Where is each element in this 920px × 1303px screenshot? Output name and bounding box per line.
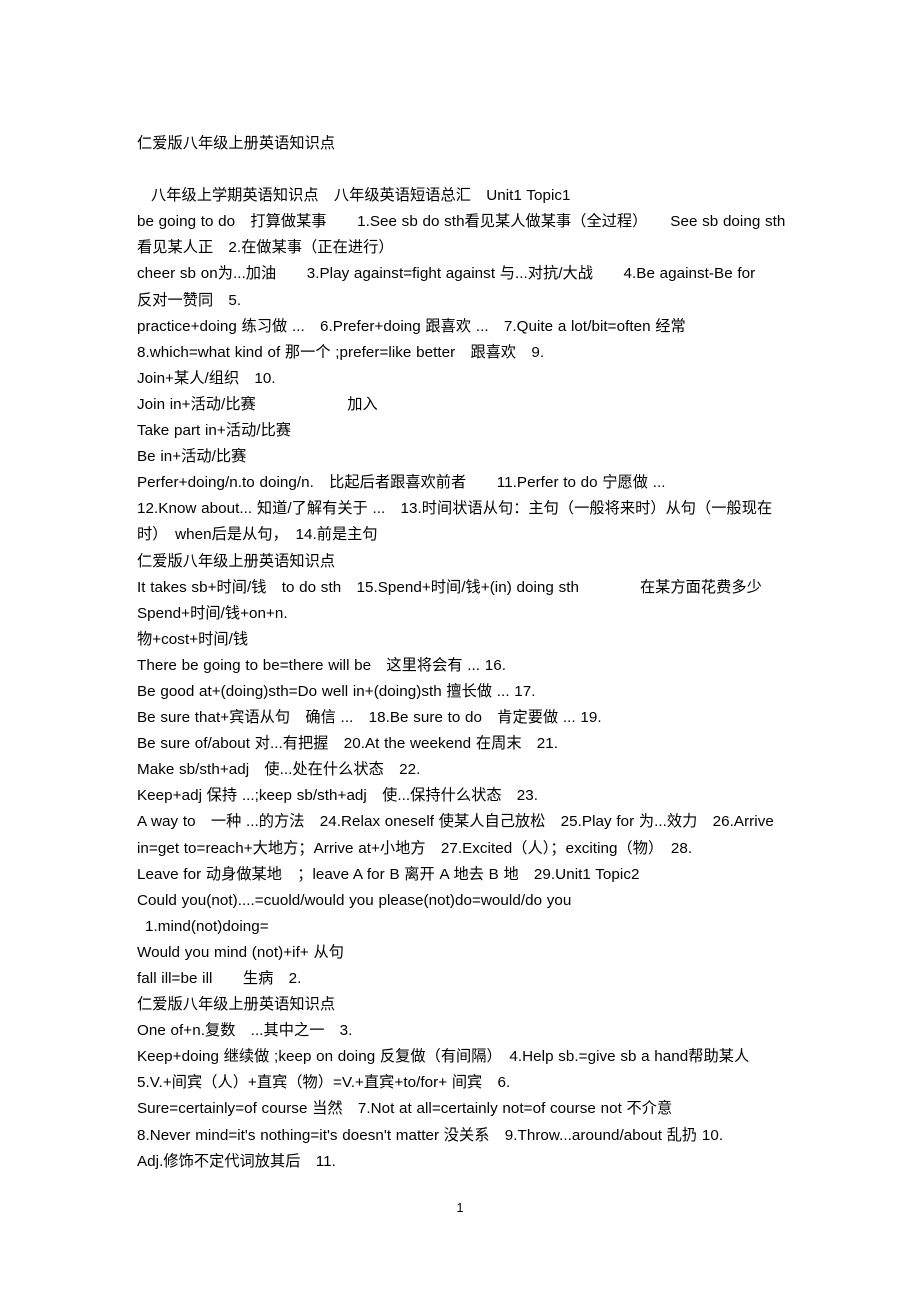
content-line: practice+doing 练习做 ... 6.Prefer+doing 跟喜… bbox=[137, 317, 686, 335]
document-page: 仁爱版八年级上册英语知识点 八年级上学期英语知识点 八年级英语短语总汇 Unit… bbox=[0, 0, 920, 1303]
content-line: Leave for 动身做某地 ；leave A for B 离开 A 地去 B… bbox=[137, 865, 640, 883]
content-line: fall ill=be ill 生病 2. bbox=[137, 970, 302, 987]
content-line: Take part in+活动/比赛 bbox=[137, 422, 292, 440]
content-line: 8.which=what kind of 那一个 ;prefer=like be… bbox=[137, 343, 545, 361]
content-line: There be going to be=there will be 这里将会有… bbox=[137, 656, 507, 674]
content-line: Could you(not)....=cuold/would you pleas… bbox=[137, 891, 572, 909]
content-line: Would you mind (not)+if+ 从句 bbox=[137, 943, 344, 961]
content-line: Be sure that+宾语从句 确信 ... 18.Be sure to d… bbox=[137, 709, 602, 727]
content-line: 8.Never mind=it's nothing=it's doesn't m… bbox=[137, 1126, 724, 1144]
content-line: Adj.修饰不定代词放其后 11. bbox=[137, 1152, 336, 1170]
content-line: One of+n.复数 ...其中之一 3. bbox=[137, 1022, 353, 1040]
content-line: Spend+时间/钱+on+n. bbox=[137, 604, 288, 622]
running-header-line: 仁爱版八年级上册英语知识点 bbox=[137, 552, 336, 570]
content-line: 1.mind(not)doing= bbox=[145, 917, 269, 935]
content-line: Keep+adj 保持 ...;keep sb/sth+adj 使...保持什么… bbox=[137, 787, 539, 805]
content-line: 物+cost+时间/钱 bbox=[137, 630, 249, 648]
content-line: Keep+doing 继续做 ;keep on doing 反复做（有间隔） 4… bbox=[137, 1048, 765, 1092]
content-line: It takes sb+时间/钱 to do sth 15.Spend+时间/钱… bbox=[137, 578, 762, 596]
document-text-body: 仁爱版八年级上册英语知识点 八年级上学期英语知识点 八年级英语短语总汇 Unit… bbox=[137, 131, 789, 1175]
content-line: be going to do 打算做某事 1.See sb do sth看见某人… bbox=[137, 213, 786, 257]
content-line: Perfer+doing/n.to doing/n. 比起后者跟喜欢前者 11.… bbox=[137, 474, 666, 492]
content-line: Join in+活动/比赛 加入 bbox=[137, 395, 378, 413]
content-line: Sure=certainly=of course 当然 7.Not at all… bbox=[137, 1100, 673, 1118]
content-line: cheer sb on为...加油 3.Play against=fight a… bbox=[137, 265, 786, 309]
content-line: Be in+活动/比赛 bbox=[137, 448, 247, 466]
content-line: Be sure of/about 对...有把握 20.At the weeke… bbox=[137, 735, 559, 753]
content-line: 12.Know about... 知道/了解有关于 ... 13.时间状语从句：… bbox=[137, 500, 773, 544]
content-line: Be good at+(doing)sth=Do well in+(doing)… bbox=[137, 682, 536, 700]
section-heading-unit1-topic1: 八年级上学期英语知识点 八年级英语短语总汇 Unit1 Topic1 bbox=[151, 187, 571, 205]
content-line: Make sb/sth+adj 使...处在什么状态 22. bbox=[137, 761, 421, 779]
running-header-line: 仁爱版八年级上册英语知识点 bbox=[137, 996, 336, 1014]
document-heading: 仁爱版八年级上册英语知识点 bbox=[137, 135, 336, 152]
content-line: Join+某人/组织 10. bbox=[137, 369, 276, 387]
content-line: A way to 一种 ...的方法 24.Relax oneself 使某人自… bbox=[137, 813, 774, 857]
page-number: 1 bbox=[456, 1201, 464, 1215]
